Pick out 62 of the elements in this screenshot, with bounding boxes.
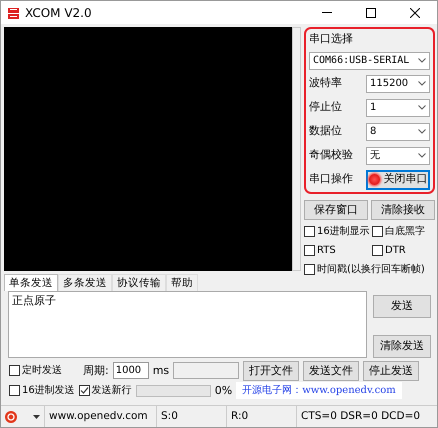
file-button[interactable]: 停止发送	[363, 360, 420, 381]
power-icon[interactable]	[5, 410, 17, 422]
port-dropdown[interactable]: COM66:USB-SERIAL	[309, 52, 430, 70]
field-label: 停止位	[309, 99, 342, 116]
unit-label: ms	[152, 362, 170, 378]
progress-label: 0%	[214, 382, 232, 398]
file-button[interactable]: 发送文件	[303, 360, 360, 381]
checkbox[interactable]	[372, 226, 383, 238]
checkbox-label: 16进制显示	[317, 224, 370, 240]
send-button[interactable]: 清除发送	[373, 335, 431, 358]
tab[interactable]: 协议传输	[112, 274, 166, 291]
file-button[interactable]: 打开文件	[243, 360, 300, 381]
scrollbar[interactable]	[292, 27, 301, 271]
checkbox-label: 白底黑字	[385, 224, 425, 240]
field-label: 波特率	[309, 75, 342, 92]
close-icon[interactable]	[410, 8, 420, 18]
status-text: www.openedv.com	[45, 406, 157, 427]
status-text: S:0	[157, 406, 227, 427]
setting-dropdown[interactable]: 8	[366, 122, 430, 140]
checkbox[interactable]	[372, 245, 383, 256]
field-label: 数据位	[309, 123, 342, 140]
dropdown-caret-icon[interactable]	[33, 414, 40, 418]
tab[interactable]: 多条发送	[58, 274, 112, 291]
checkbox-label: RTS	[317, 244, 336, 258]
receive-button[interactable]: 清除接收	[370, 200, 435, 220]
checkbox[interactable]	[304, 264, 315, 276]
status-text: R:0	[227, 406, 297, 427]
send-button[interactable]: 发送	[373, 295, 431, 318]
checkbox[interactable]	[9, 385, 20, 396]
field-label: 奇偶校验	[309, 147, 353, 164]
period-label: 周期:	[83, 362, 109, 378]
checkbox[interactable]	[78, 385, 90, 396]
maximize-icon[interactable]	[366, 8, 376, 18]
tab[interactable]: 单条发送	[4, 274, 58, 291]
checkbox-label: 定时发送	[22, 364, 62, 378]
dropdown-caret-icon	[418, 104, 426, 110]
receive-button[interactable]: 保存窗口	[304, 200, 368, 220]
checkbox-label: 16进制发送	[22, 384, 75, 398]
dropdown-caret-icon	[418, 128, 426, 134]
file-path-field[interactable]	[173, 362, 240, 380]
app-logo-icon	[7, 6, 20, 20]
send-text-field[interactable]: 正点原子	[8, 291, 367, 358]
checkbox-label: 时间戳(以换行回车断帧)	[317, 262, 425, 278]
tab[interactable]: 帮助	[166, 274, 198, 291]
dropdown-caret-icon	[418, 58, 426, 63]
checkbox[interactable]	[9, 365, 20, 376]
setting-dropdown[interactable]: 无	[366, 146, 430, 164]
checkbox[interactable]	[304, 245, 315, 256]
setting-dropdown[interactable]: 1	[366, 98, 430, 116]
setting-dropdown[interactable]: 115200	[366, 74, 430, 92]
website-link[interactable]: 开源电子网：www.openedv.com	[236, 382, 402, 400]
checkbox-label: 发送新行	[92, 384, 132, 398]
dropdown-caret-icon	[418, 80, 426, 86]
close-port-button[interactable]: 关闭串口	[366, 170, 430, 190]
checkbox[interactable]	[304, 226, 315, 238]
status-text: CTS=0 DSR=0 DCD=0	[300, 408, 422, 424]
window-title: XCOM V2.0	[25, 4, 92, 22]
dropdown-caret-icon	[418, 152, 426, 158]
period-field[interactable]: 1000	[112, 362, 149, 380]
checkbox-label: DTR	[385, 244, 406, 258]
panel-title: 串口选择	[309, 31, 354, 47]
field-label: 串口操作	[309, 171, 353, 188]
